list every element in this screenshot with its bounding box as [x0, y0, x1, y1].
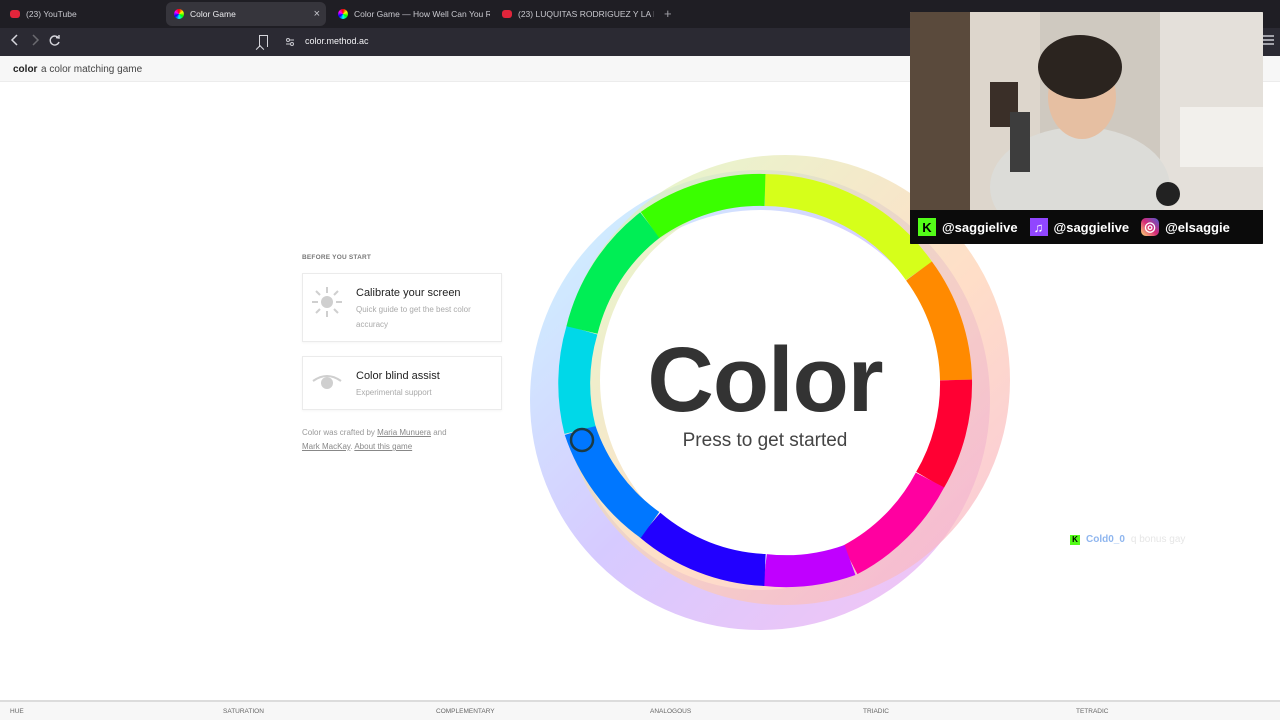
reload-icon[interactable]	[48, 34, 61, 50]
url-text: color.method.ac	[305, 36, 369, 46]
menu-icon[interactable]	[1262, 34, 1274, 48]
game-mode-nav: HUE SATURATION COMPLEMENTARY ANALOGOUS T…	[0, 700, 1280, 720]
kick-badge-icon: K	[1070, 534, 1080, 545]
site-tagline: a color matching game	[41, 64, 143, 75]
social-twitch: ♫ @saggielive	[1029, 218, 1130, 236]
site-brand[interactable]: color	[13, 64, 37, 75]
back-arrow-icon[interactable]	[10, 34, 20, 49]
social-instagram: ◎ @elsaggie	[1141, 218, 1230, 236]
chat-message: K Cold0_0 q bonus gay	[1070, 534, 1185, 545]
tab-color-game[interactable]: Color Game ×	[166, 2, 326, 26]
mode-triadic[interactable]: TRIADIC	[863, 708, 889, 715]
credits-text: Color was crafted by Maria Munuera and M…	[302, 428, 447, 451]
color-blind-assist-card[interactable]: Color blind assist Experimental support	[302, 356, 502, 410]
tab-label: (23) LUQUITAS RODRIGUEZ Y LA PEC	[518, 9, 654, 19]
mode-hue[interactable]: HUE	[10, 708, 24, 715]
twitch-icon: ♫	[1029, 218, 1048, 236]
youtube-icon	[502, 10, 512, 18]
sun-icon	[311, 286, 343, 318]
credits-and: and	[433, 428, 447, 437]
social-kick: K @saggielive	[918, 218, 1018, 236]
screen: (23) YouTube Color Game × Color Game — H…	[0, 0, 1280, 720]
forward-arrow-icon[interactable]	[30, 34, 40, 49]
tab-label: Color Game	[190, 9, 236, 19]
tab-color-game-article[interactable]: Color Game — How Well Can You Re	[330, 2, 490, 26]
color-wheel-icon	[338, 9, 348, 19]
eye-icon	[311, 367, 343, 399]
address-bar[interactable]: color.method.ac	[255, 31, 910, 53]
before-you-start-label: BEFORE YOU START	[302, 254, 372, 261]
author-link-maria[interactable]: Maria Munuera	[377, 428, 431, 437]
site-info-icon[interactable]	[285, 37, 295, 49]
chat-username: Cold0_0	[1086, 534, 1125, 545]
color-blind-subtitle: Experimental support	[356, 388, 432, 397]
tab-label: (23) YouTube	[26, 9, 77, 19]
mode-analogous[interactable]: ANALOGOUS	[650, 708, 691, 715]
bookmark-icon[interactable]	[259, 35, 268, 47]
close-tab-icon[interactable]: ×	[314, 8, 320, 20]
new-tab-button[interactable]: +	[664, 6, 672, 21]
social-handles-bar: K @saggielive ♫ @saggielive ◎ @elsaggie	[910, 210, 1263, 244]
social-handle: @saggielive	[942, 219, 1018, 235]
color-blind-title: Color blind assist	[356, 370, 440, 382]
author-link-mark[interactable]: Mark MacKay	[302, 442, 350, 451]
about-game-link[interactable]: About this game	[354, 442, 412, 451]
instagram-icon: ◎	[1141, 218, 1160, 236]
social-handle: @elsaggie	[1165, 219, 1230, 235]
mode-complementary[interactable]: COMPLEMENTARY	[436, 708, 495, 715]
webcam-overlay: K @saggielive ♫ @saggielive ◎ @elsaggie	[910, 12, 1263, 244]
calibrate-subtitle: Quick guide to get the best color accura…	[356, 305, 471, 329]
tab-youtube-video[interactable]: (23) LUQUITAS RODRIGUEZ Y LA PEC	[494, 2, 654, 26]
mode-saturation[interactable]: SATURATION	[223, 708, 264, 715]
social-handle: @saggielive	[1053, 219, 1130, 235]
youtube-icon	[10, 10, 20, 18]
credits-prefix: Color was crafted by	[302, 428, 375, 437]
calibrate-title: Calibrate your screen	[356, 287, 461, 299]
kick-icon: K	[918, 218, 936, 236]
press-to-start-label[interactable]: Press to get started	[620, 430, 910, 452]
tab-youtube[interactable]: (23) YouTube	[2, 2, 162, 26]
color-wheel-icon	[174, 9, 184, 19]
mode-tetradic[interactable]: TETRADIC	[1076, 708, 1109, 715]
game-title[interactable]: Color	[620, 328, 910, 433]
calibrate-screen-card[interactable]: Calibrate your screen Quick guide to get…	[302, 273, 502, 342]
chat-text: q bonus gay	[1130, 534, 1186, 545]
tab-label: Color Game — How Well Can You Re	[354, 9, 490, 19]
